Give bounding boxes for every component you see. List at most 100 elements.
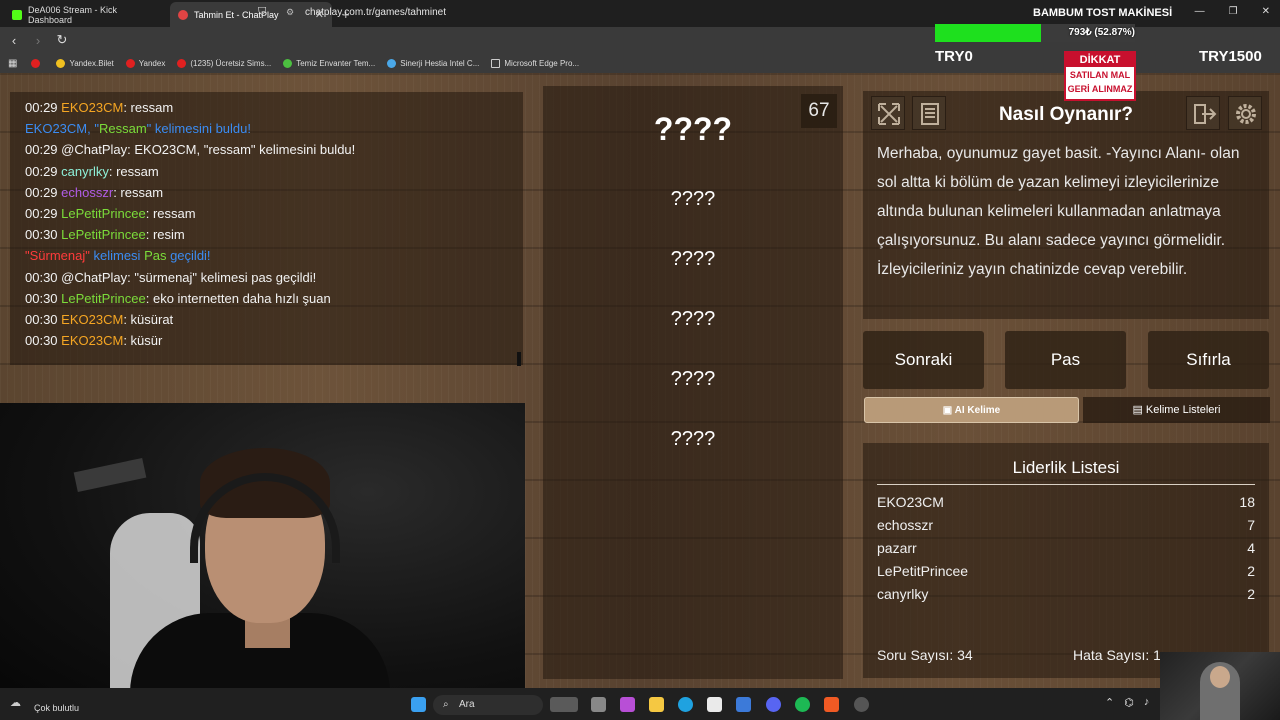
goal-min-label: TRY0 <box>935 48 973 65</box>
tab-label: AI Kelime <box>954 405 1001 416</box>
spotify-icon[interactable] <box>795 697 810 712</box>
task-view-icon[interactable] <box>591 697 606 712</box>
chat-text: : EKO23CM, "ressam" kelimesini buldu! <box>127 142 356 158</box>
chat-scrollbar[interactable] <box>517 352 521 366</box>
chat-message: 00:30 LePetitPrincee: resim <box>25 224 508 245</box>
bookmark-sinerji[interactable]: Sinerji Hestia Intel C... <box>387 58 480 68</box>
reset-button[interactable]: Sıfırla <box>1148 331 1269 389</box>
word-list-panel: ???? ???? ???? ???? ???? ???? <box>543 86 843 679</box>
apps-grid-icon[interactable]: ▦ <box>8 58 17 69</box>
bookmark-label: (1235) Ücretsiz Sims... <box>190 58 272 68</box>
brave-icon[interactable] <box>824 697 839 712</box>
widgets-icon[interactable] <box>550 697 578 712</box>
webcam-feed <box>0 403 525 700</box>
chat-username[interactable]: @ChatPlay <box>61 270 127 285</box>
system-message-segment: EKO23CM, " <box>25 121 99 137</box>
back-icon[interactable]: ‹ <box>4 33 24 48</box>
forward-icon[interactable]: › <box>28 33 48 48</box>
youtube-icon <box>31 58 41 68</box>
pass-button[interactable]: Pas <box>1005 331 1126 389</box>
goal-max-label: TRY1500 <box>1199 48 1262 65</box>
bookmark-edge[interactable]: Microsoft Edge Pro... <box>491 58 579 68</box>
chevron-up-icon[interactable]: ⌃ <box>1105 696 1114 709</box>
chat-text: : küsür <box>123 333 163 349</box>
chatplay-favicon-icon <box>178 9 188 20</box>
reload-icon[interactable]: ↻ <box>52 32 72 48</box>
leaderboard-row: EKO23CM 18 <box>877 491 1255 514</box>
bookmark-yandex-bilet[interactable]: Yandex.Bilet <box>56 58 114 68</box>
kick-favicon-icon <box>12 9 22 20</box>
bookmark-youtube[interactable] <box>31 58 44 68</box>
copilot-icon[interactable] <box>620 697 635 712</box>
howto-description: Merhaba, oyunumuz gayet basit. -Yayıncı … <box>877 145 1240 278</box>
chat-text: : eko internetten daha hızlı şuan <box>145 290 331 306</box>
bookmark-label: Sinerji Hestia Intel C... <box>400 58 480 68</box>
chat-time: 00:29 <box>25 163 58 179</box>
secondary-camera-thumbnail <box>1160 652 1280 720</box>
obs-icon[interactable] <box>854 697 869 712</box>
chat-username[interactable]: LePetitPrincee <box>61 291 146 306</box>
system-message-segment: "Sürmenaj" <box>25 248 90 264</box>
player-score: 18 <box>1239 494 1255 510</box>
chat-username[interactable]: canyrlky <box>61 164 109 179</box>
system-message-segment: Ressam <box>98 121 147 137</box>
leaderboard-row: canyrlky 2 <box>877 583 1255 606</box>
tab-word-lists[interactable]: ▤ Kelime Listeleri <box>1083 397 1270 423</box>
bookmark-yandex[interactable]: Yandex <box>125 58 165 68</box>
player-name: EKO23CM <box>877 494 944 510</box>
taskbar-search[interactable]: ⌕ Ara <box>433 695 543 715</box>
edge-icon[interactable] <box>678 697 693 712</box>
tab-kick-dashboard[interactable]: DeA006 Stream - Kick Dashboard <box>4 2 166 27</box>
chat-text: : ressam <box>145 205 196 221</box>
chat-text: : "sürmenaj" kelimesi pas geçildi! <box>127 269 317 285</box>
chat-time: 00:29 <box>25 184 58 200</box>
chat-username[interactable]: EKO23CM <box>61 312 123 327</box>
player-name: pazarr <box>877 540 917 556</box>
chat-username[interactable]: @ChatPlay <box>61 142 127 157</box>
next-button[interactable]: Sonraki <box>863 331 984 389</box>
chat-message: 00:30 EKO23CM: küsürat <box>25 309 508 330</box>
cloud-icon: ☁ <box>10 697 21 709</box>
howto-title: Nasıl Oynanır? <box>998 104 1134 125</box>
round-timer: 67 <box>801 94 837 128</box>
folder-icon <box>491 58 501 68</box>
network-icon[interactable]: ⌬ <box>1124 696 1134 709</box>
yandex-bilet-icon <box>56 58 66 68</box>
store-icon[interactable] <box>707 697 722 712</box>
tab-ai-word[interactable]: ▣ AI Kelime <box>864 397 1079 423</box>
system-message-segment: Pas <box>144 248 167 264</box>
chat-text: : resim <box>145 227 185 243</box>
chat-message: 00:29 echosszr: ressam <box>25 182 508 203</box>
window-controls: — ❐ ✕ <box>1195 6 1270 17</box>
chat-message: 00:29 canyrlky: ressam <box>25 161 508 182</box>
chat-username[interactable]: LePetitPrincee <box>61 206 146 221</box>
mail-icon[interactable] <box>736 697 751 712</box>
bookmark-icon[interactable]: ⛉ <box>258 6 266 19</box>
discord-icon[interactable] <box>766 697 781 712</box>
maximize-icon[interactable]: ❐ <box>1229 6 1238 17</box>
site-info-icon[interactable]: ⚙ <box>286 7 294 18</box>
chat-username[interactable]: echosszr <box>61 185 113 200</box>
youtube-icon <box>177 58 187 68</box>
player-score: 4 <box>1247 540 1255 556</box>
weather-label[interactable]: Çok bulutlu <box>34 703 79 713</box>
windows-start-icon[interactable] <box>411 697 426 712</box>
chat-message: 00:30 EKO23CM: küsür <box>25 330 508 351</box>
minimize-icon[interactable]: — <box>1195 6 1205 17</box>
chat-message: 00:29 @ChatPlay: EKO23CM, "ressam" kelim… <box>25 139 508 160</box>
bookmark-sims[interactable]: (1235) Ücretsiz Sims... <box>177 58 272 68</box>
chat-username[interactable]: EKO23CM <box>61 100 123 115</box>
search-label: Ara <box>459 699 475 710</box>
close-window-icon[interactable]: ✕ <box>1262 6 1270 17</box>
file-explorer-icon[interactable] <box>649 697 664 712</box>
leaderboard-row: echosszr 7 <box>877 514 1255 537</box>
volume-icon[interactable]: ♪ <box>1144 696 1150 709</box>
leaderboard-title: Liderlik Listesi <box>877 443 1255 485</box>
person-face <box>1210 666 1230 688</box>
chat-username[interactable]: EKO23CM <box>61 333 123 348</box>
bookmark-envanter[interactable]: Temiz Envanter Tem... <box>283 58 375 68</box>
chat-username[interactable]: LePetitPrincee <box>61 227 146 242</box>
chat-text: : ressam <box>113 184 164 200</box>
chat-time: 00:30 <box>25 269 58 285</box>
url-field[interactable]: chatplay.com.tr/games/tahminet <box>305 7 446 18</box>
